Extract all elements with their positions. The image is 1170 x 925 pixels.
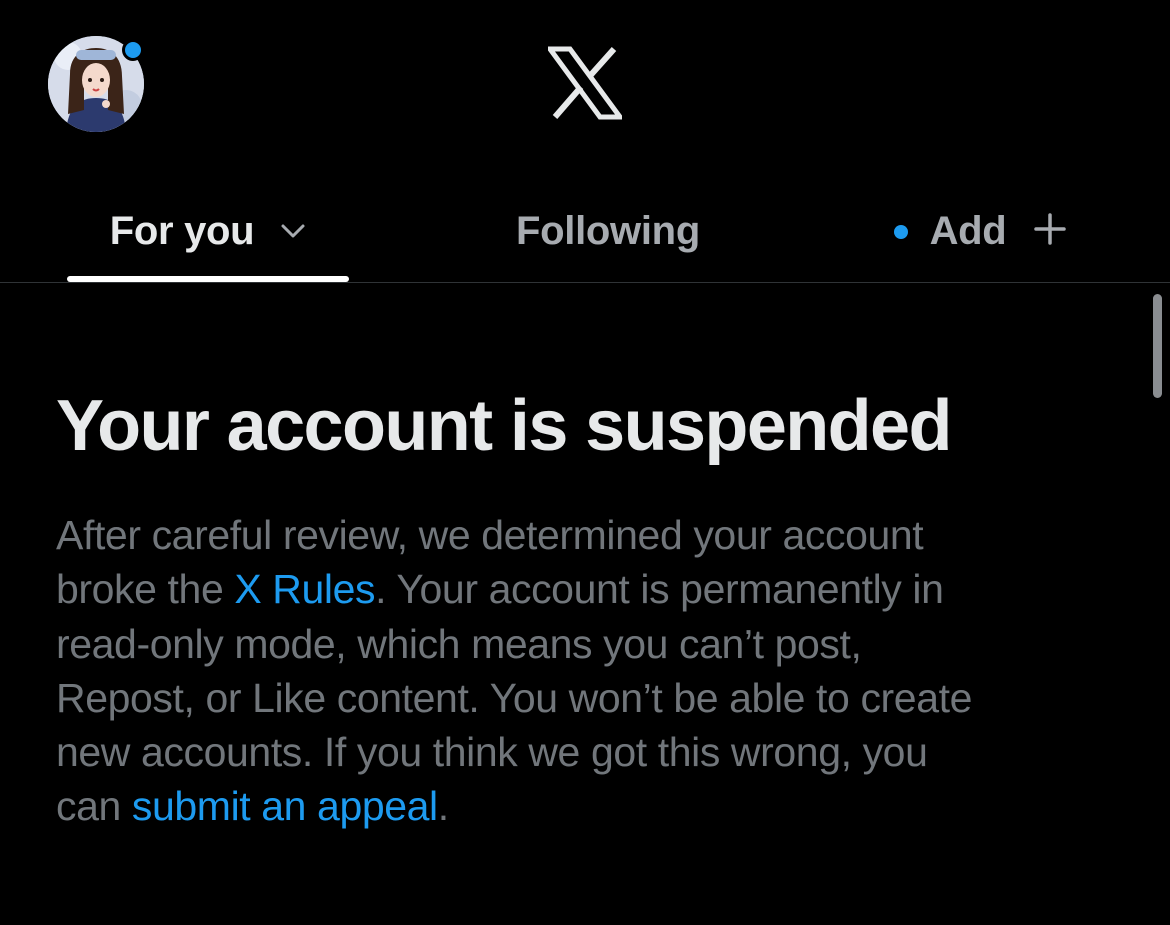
message-text: broke the: [56, 566, 235, 613]
tab-add[interactable]: Add: [860, 180, 1100, 283]
message-line-5: new accounts. If you think we got this w…: [56, 729, 928, 776]
page-title: Your account is suspended: [56, 386, 952, 466]
plus-icon: [1034, 213, 1067, 250]
tab-for-you-label: For you: [109, 209, 255, 253]
message-line-1: After careful review, we determined your…: [56, 512, 924, 558]
timeline-tabs: For you Following Add: [0, 180, 1170, 283]
message-line-3: read-only mode, which means you can’t po…: [56, 620, 862, 667]
notification-dot: [122, 39, 144, 61]
message-line-6: can submit an appeal.: [56, 779, 1116, 833]
scrollbar[interactable]: [1153, 294, 1162, 398]
new-indicator-dot: [893, 224, 908, 239]
message-text: . Your account is permanently in: [375, 566, 944, 613]
tab-for-you[interactable]: For you: [66, 180, 350, 283]
top-header: [0, 0, 1170, 180]
message-line-4: Repost, or Like content. You won’t be ab…: [56, 674, 972, 721]
suspension-message: After careful review, we determined your…: [56, 508, 1116, 834]
message-text: .: [437, 783, 449, 830]
x-logo-icon[interactable]: [545, 46, 625, 120]
chevron-down-icon[interactable]: [280, 223, 306, 244]
message-text: can: [56, 783, 132, 830]
tabs-divider: [0, 282, 1170, 283]
x-rules-link[interactable]: X Rules: [234, 566, 375, 612]
submit-appeal-link[interactable]: submit an appeal: [132, 783, 438, 829]
tab-following-label: Following: [516, 209, 700, 253]
tab-following[interactable]: Following: [420, 180, 796, 283]
tab-add-label: Add: [929, 209, 1007, 253]
message-line-2: broke the X Rules. Your account is perma…: [56, 562, 1116, 616]
